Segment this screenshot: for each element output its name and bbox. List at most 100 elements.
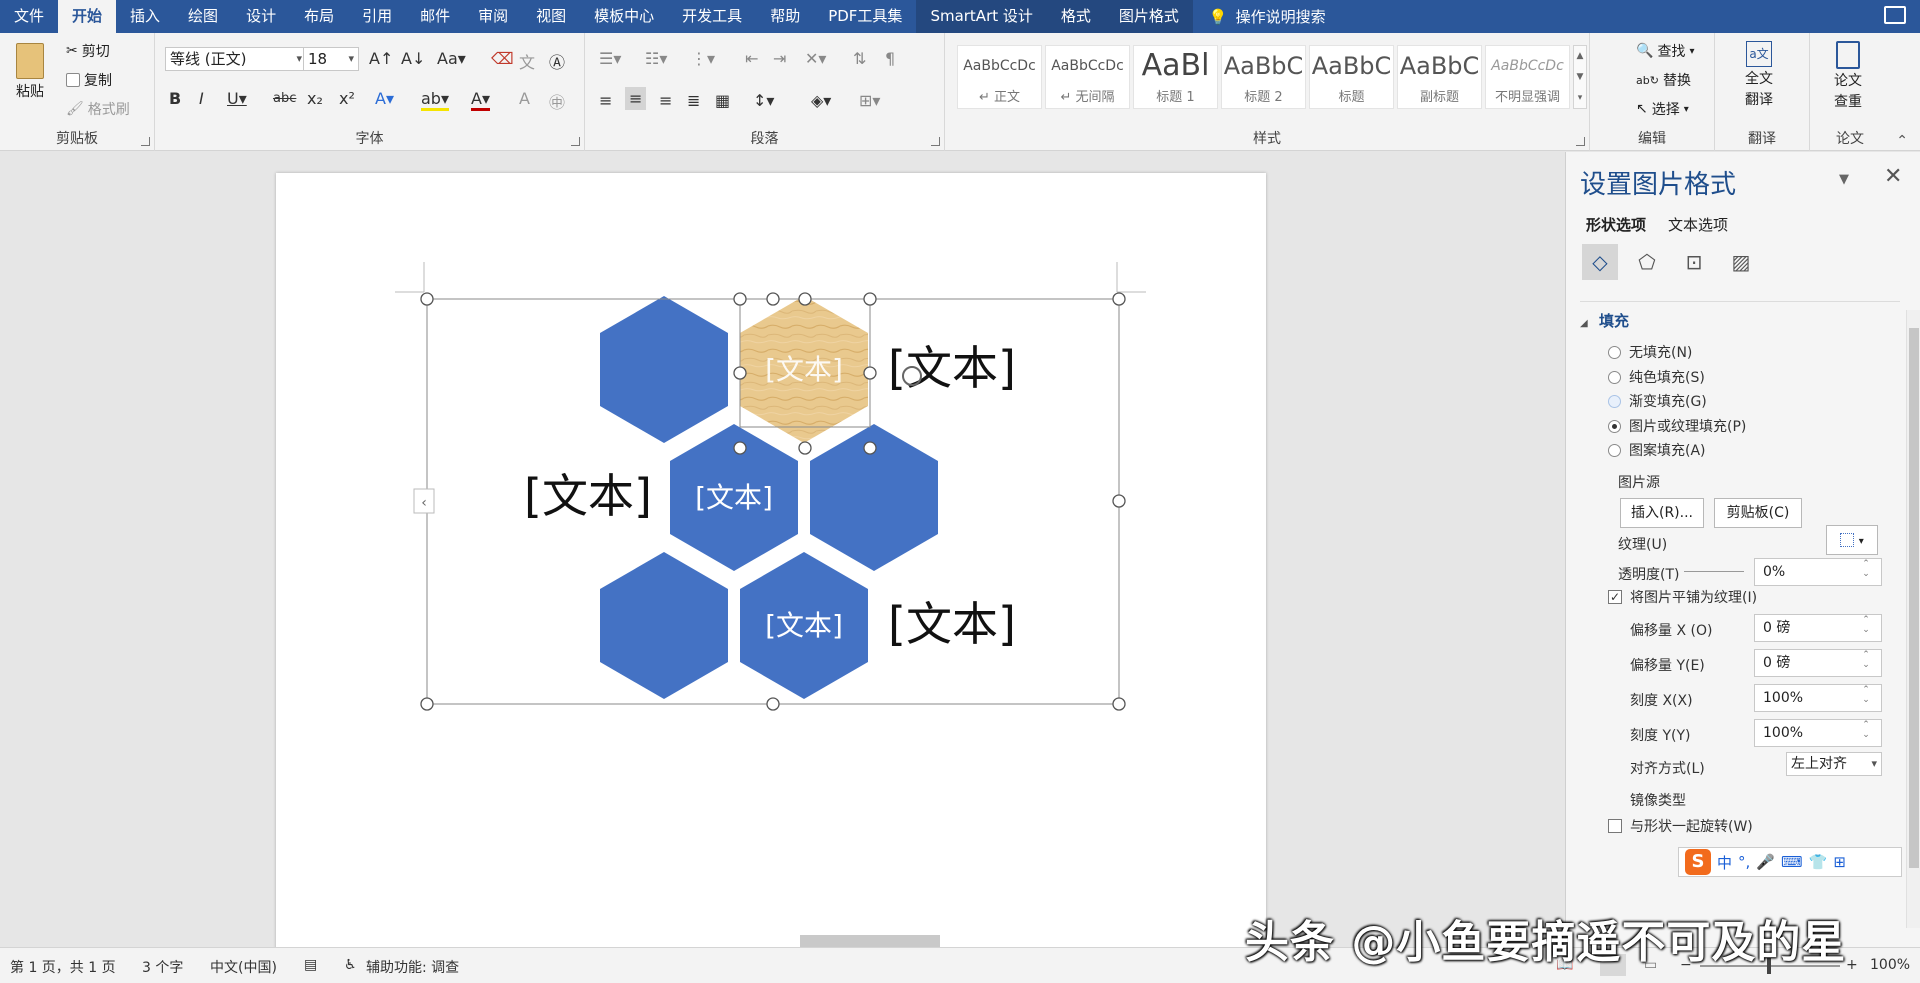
tab-developer[interactable]: 开发工具 (668, 0, 756, 33)
hexagon-shape[interactable] (600, 296, 728, 443)
tab-insert[interactable]: 插入 (116, 0, 174, 33)
replace-button[interactable]: ab↻ 替换 (1636, 70, 1691, 90)
tab-picture-format[interactable]: 图片格式 (1104, 0, 1193, 33)
pane-scrollbar-thumb[interactable] (1909, 328, 1919, 868)
comments-icon[interactable] (1884, 6, 1906, 24)
show-marks-icon[interactable]: ¶ (885, 49, 895, 68)
font-size-combo[interactable]: 18 (303, 47, 359, 71)
underline-icon[interactable]: U▾ (227, 89, 247, 108)
clipboard-launcher-icon[interactable] (141, 137, 150, 146)
transparency-slider[interactable] (1684, 571, 1744, 572)
hexagon-text[interactable]: [文本] (765, 609, 843, 642)
microphone-icon[interactable]: 🎤 (1756, 853, 1775, 871)
tab-design[interactable]: 设计 (232, 0, 290, 33)
radio-no-fill-circle[interactable] (1608, 345, 1621, 359)
keyboard-icon[interactable]: ⌨ (1781, 853, 1803, 871)
highlight-icon[interactable]: ab▾ (421, 89, 449, 111)
italic-icon[interactable]: I (199, 89, 204, 108)
cut-button[interactable]: ✂ 剪切 (66, 41, 110, 61)
paste-button[interactable]: 粘贴 (16, 43, 44, 101)
style-heading-1[interactable]: AaBl 标题 1 (1133, 45, 1218, 109)
tab-home[interactable]: 开始 (58, 0, 117, 33)
offset-y-input[interactable]: 0 磅 (1754, 649, 1882, 677)
grow-font-icon[interactable]: A↑ (369, 49, 393, 68)
scale-x-input[interactable]: 100% (1754, 684, 1882, 712)
style-title[interactable]: AaBbC 标题 (1309, 45, 1394, 109)
smartart-graphic[interactable]: [文本] [文本] [文本] [文本] [文本] [文本] ‹ (0, 152, 1565, 947)
increase-indent-icon[interactable]: ⇥ (773, 49, 786, 68)
checkmark-icon[interactable]: ✓ (1608, 590, 1622, 604)
format-painter-button[interactable]: 🖌 格式刷 (66, 99, 130, 119)
rotate-with-shape-box[interactable] (1608, 819, 1622, 833)
offset-x-input[interactable]: 0 磅 (1754, 614, 1882, 642)
strikethrough-icon[interactable]: abc (273, 91, 296, 106)
shrink-font-icon[interactable]: A↓ (401, 49, 425, 68)
tab-shape-options[interactable]: 形状选项 (1586, 214, 1646, 235)
tab-pdf-tools[interactable]: PDF工具集 (814, 0, 916, 33)
fill-line-icon[interactable]: ◇ (1582, 244, 1618, 280)
font-color-icon[interactable]: A▾ (471, 89, 490, 111)
clipboard-picture-button[interactable]: 剪贴板(C) (1714, 498, 1802, 528)
tab-template-center[interactable]: 模板中心 (580, 0, 668, 33)
rotate-with-shape-checkbox[interactable]: 与形状一起旋转(W) (1608, 816, 1753, 836)
line-spacing-icon[interactable]: ↕▾ (753, 91, 774, 110)
char-border-icon[interactable]: Ⓐ (549, 49, 565, 73)
styles-launcher-icon[interactable] (1576, 137, 1585, 146)
copy-button[interactable]: 复制 (66, 70, 112, 90)
tab-help[interactable]: 帮助 (756, 0, 814, 33)
side-label-text[interactable]: [文本] (888, 597, 1016, 651)
picture-icon[interactable]: ▨ (1723, 244, 1759, 280)
close-icon[interactable]: ✕ (1884, 164, 1902, 189)
tab-file[interactable]: 文件 (0, 0, 58, 33)
align-left-icon[interactable]: ≡ (599, 91, 612, 110)
hexagon-shape[interactable] (600, 552, 728, 699)
tab-text-options[interactable]: 文本选项 (1668, 214, 1728, 235)
pane-scrollbar[interactable] (1906, 310, 1920, 928)
shading-icon[interactable]: ◈▾ (811, 91, 831, 110)
hexagon-text-selected[interactable]: [文本] (765, 353, 843, 386)
phonetic-guide-icon[interactable]: 文 (519, 49, 535, 73)
align-right-icon[interactable]: ≡ (659, 91, 672, 110)
tab-view[interactable]: 视图 (522, 0, 580, 33)
numbering-icon[interactable]: ☷▾ (645, 49, 667, 68)
ime-mode-chinese[interactable]: 中 (1717, 852, 1732, 873)
align-center-icon[interactable]: ≡ (625, 87, 647, 110)
zoom-level[interactable]: 100% (1870, 957, 1910, 973)
paragraph-launcher-icon[interactable] (931, 137, 940, 146)
tab-references[interactable]: 引用 (348, 0, 406, 33)
radio-pattern-fill[interactable]: 图案填充(A) (1608, 440, 1706, 460)
language-indicator[interactable]: 中文(中国) (210, 957, 277, 977)
insert-picture-button[interactable]: 插入(R)... (1620, 498, 1704, 528)
side-label-text[interactable]: [文本] (524, 469, 652, 523)
texture-picker[interactable]: ▾ (1826, 525, 1878, 555)
styles-gallery-scroll[interactable]: ▲ ▼ ▾ (1573, 45, 1587, 109)
justify-icon[interactable]: ≣ (687, 91, 700, 110)
style-normal[interactable]: AaBbCcDc ↵ 正文 (957, 45, 1042, 109)
enclose-char-icon[interactable]: ㊥ (549, 89, 565, 113)
transparency-input[interactable]: 0% (1754, 558, 1882, 586)
scale-y-input[interactable]: 100% (1754, 719, 1882, 747)
char-shading-icon[interactable]: A (519, 89, 530, 108)
change-case-icon[interactable]: Aa▾ (437, 49, 466, 68)
tab-format[interactable]: 格式 (1046, 0, 1105, 33)
horizontal-scrollbar[interactable] (800, 935, 940, 947)
word-count[interactable]: 3 个字 (142, 957, 183, 977)
ime-punctuation-icon[interactable]: °, (1738, 853, 1750, 871)
borders-icon[interactable]: ⊞▾ (859, 91, 880, 110)
find-button[interactable]: 🔍 查找 ▾ (1636, 41, 1694, 61)
tab-smartart-design[interactable]: SmartArt 设计 (916, 0, 1047, 33)
radio-gradient-fill[interactable]: 渐变填充(G) (1608, 391, 1707, 411)
decrease-indent-icon[interactable]: ⇤ (745, 49, 758, 68)
fill-section-header[interactable]: ◢ 填充 (1580, 310, 1629, 331)
radio-gradient-fill-circle[interactable] (1608, 394, 1621, 408)
tell-me-search[interactable]: 💡 操作说明搜索 (1209, 6, 1326, 27)
skin-icon[interactable]: 👕 (1809, 853, 1828, 871)
font-launcher-icon[interactable] (571, 137, 580, 146)
tile-texture-checkbox[interactable]: ✓ 将图片平铺为纹理(I) (1608, 587, 1757, 607)
tab-layout[interactable]: 布局 (290, 0, 348, 33)
pane-options-icon[interactable]: ▼ (1839, 172, 1849, 187)
style-heading-2[interactable]: AaBbC 标题 2 (1221, 45, 1306, 109)
subscript-icon[interactable]: x₂ (307, 89, 323, 108)
select-button[interactable]: ↖ 选择 ▾ (1636, 99, 1689, 119)
collapse-ribbon-icon[interactable]: ⌃ (1896, 133, 1908, 149)
